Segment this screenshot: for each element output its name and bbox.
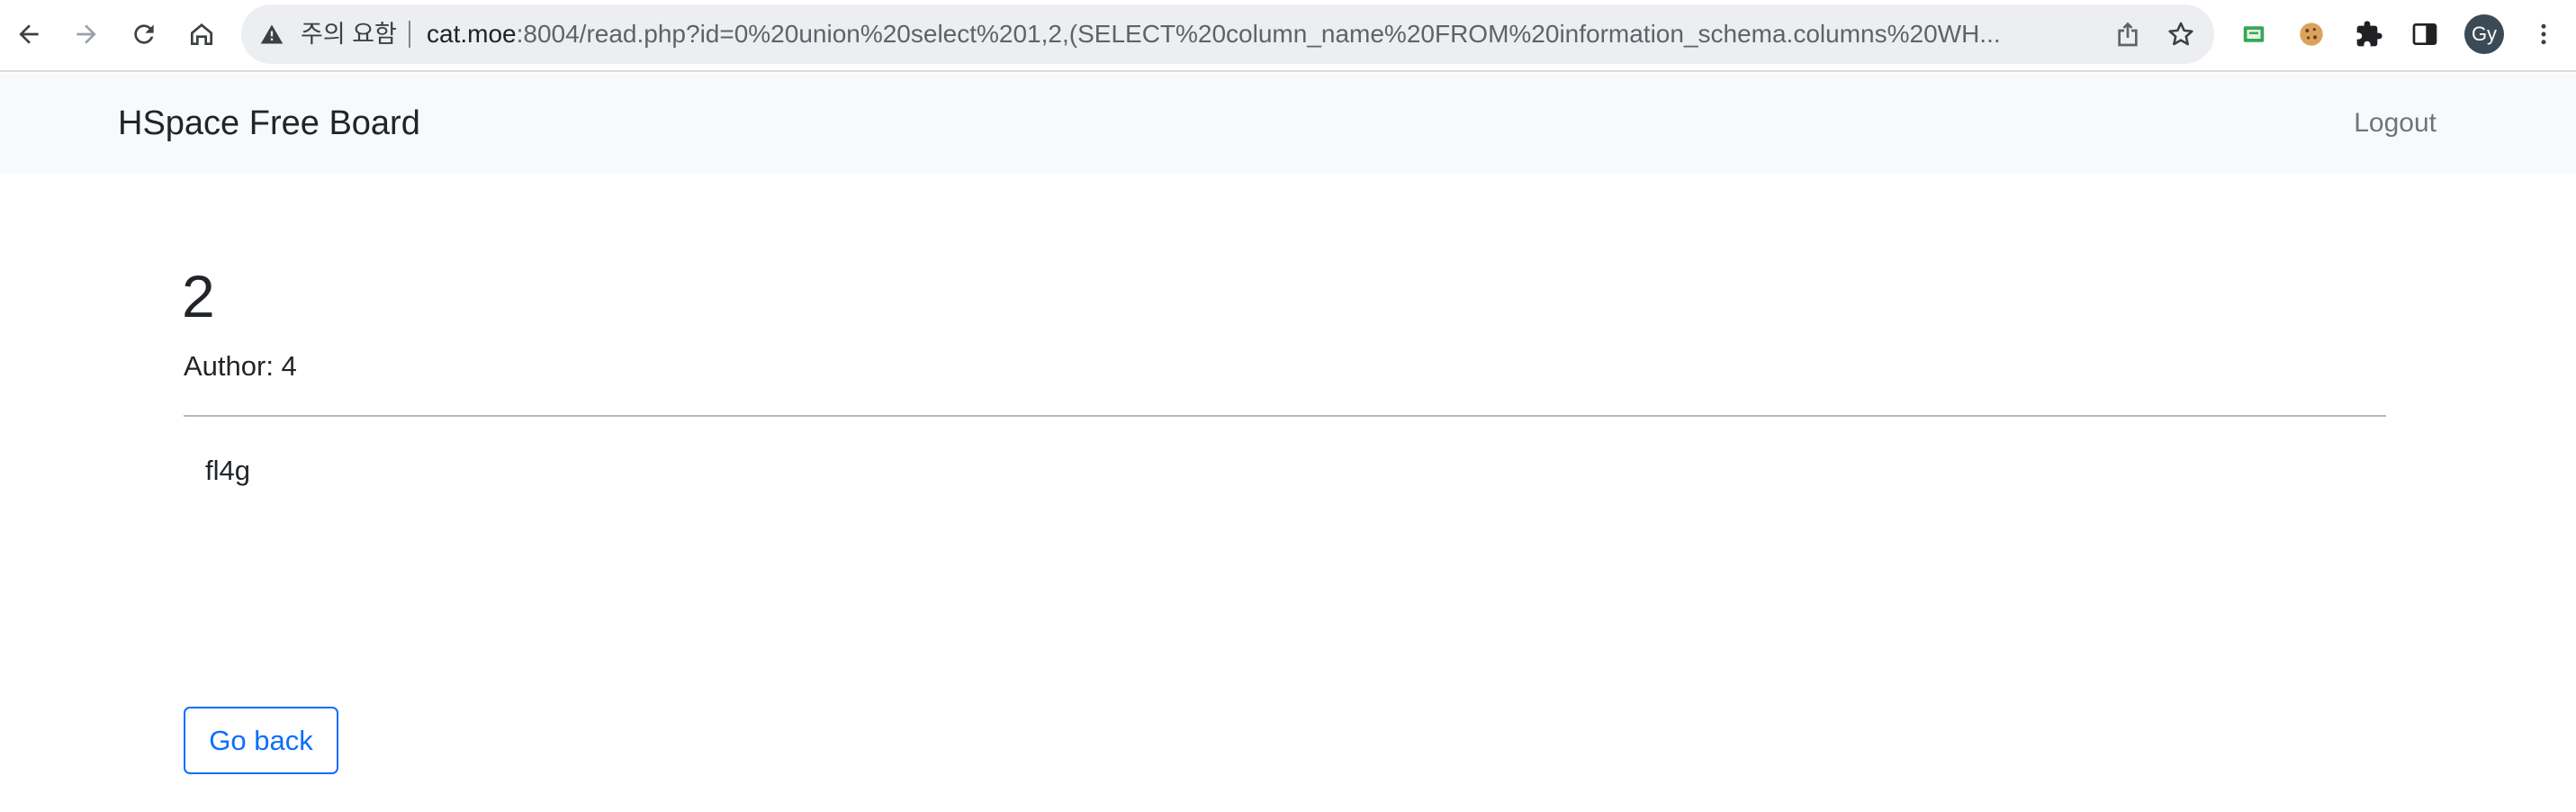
- screen-extension-icon: [2243, 26, 2265, 42]
- back-arrow-icon: [19, 24, 39, 44]
- post-content: fl4g: [205, 455, 250, 486]
- screen-extension-button[interactable]: [2236, 16, 2272, 52]
- home-icon: [191, 23, 212, 45]
- forward-arrow-icon: [77, 24, 96, 44]
- browser-menu-button[interactable]: [2526, 16, 2562, 52]
- address-bar[interactable]: 주의 요함 cat.moe:8004/read.php?id=0%20union…: [241, 5, 2214, 64]
- more-vertical-icon: [2541, 23, 2546, 45]
- back-button[interactable]: [7, 13, 50, 56]
- reload-button[interactable]: [122, 13, 166, 56]
- go-back-button[interactable]: Go back: [184, 707, 338, 774]
- share-icon[interactable]: [2113, 20, 2142, 49]
- cookie-extension-button[interactable]: [2293, 16, 2329, 52]
- security-status-label[interactable]: 주의 요함: [301, 5, 397, 64]
- star-icon[interactable]: [2166, 19, 2196, 50]
- navbar-brand-link[interactable]: HSpace Free Board: [118, 74, 420, 173]
- browser-toolbar: 주의 요함 cat.moe:8004/read.php?id=0%20union…: [0, 0, 2576, 72]
- home-button[interactable]: [180, 13, 223, 56]
- puzzle-icon: [2356, 21, 2382, 47]
- cookie-icon: [2300, 23, 2323, 46]
- reload-icon: [134, 24, 154, 44]
- side-panel-button[interactable]: [2407, 16, 2443, 52]
- site-navbar: HSpace Free Board Logout: [0, 74, 2576, 173]
- address-separator: [409, 21, 410, 48]
- extensions-button[interactable]: [2351, 16, 2387, 52]
- url-path: :8004/read.php?id=0%20union%20select%201…: [516, 20, 2001, 48]
- forward-button[interactable]: [65, 13, 108, 56]
- warning-icon[interactable]: [259, 22, 284, 47]
- post-title: 2: [182, 263, 215, 329]
- profile-avatar[interactable]: Gy: [2464, 14, 2504, 54]
- post-author: Author: 4: [184, 350, 297, 382]
- url-host: cat.moe: [427, 20, 517, 48]
- side-panel-icon: [2412, 23, 2437, 45]
- logout-link[interactable]: Logout: [2354, 74, 2436, 173]
- post-divider: [184, 415, 2386, 417]
- url-text[interactable]: cat.moe:8004/read.php?id=0%20union%20sel…: [427, 5, 2101, 64]
